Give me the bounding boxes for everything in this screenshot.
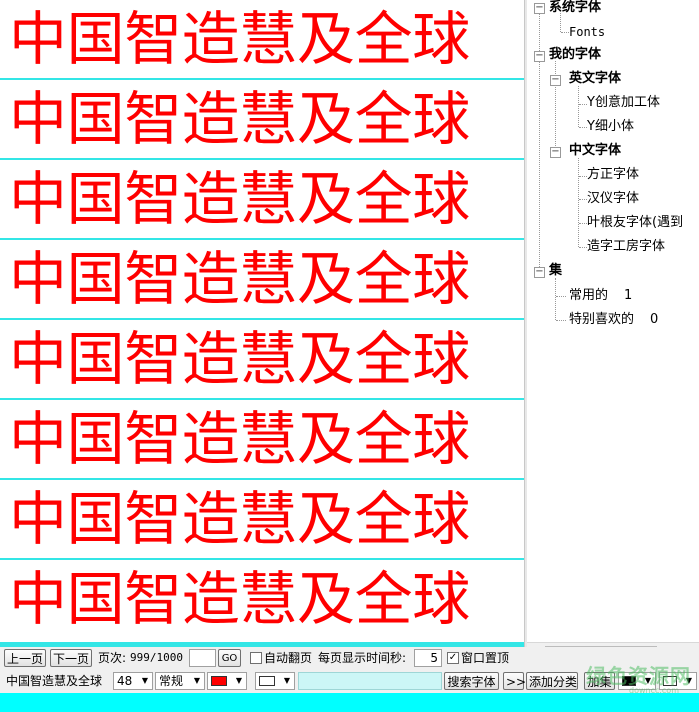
font-size-select[interactable]: 48 ▼: [113, 672, 153, 690]
tree-connector: [579, 104, 587, 105]
font-style-value: 常规: [159, 674, 184, 688]
collapse-toggle-icon[interactable]: −: [534, 51, 545, 62]
font-tree: − 系统字体 Fonts − 我的字体 − 英文字体 Y创意加工体 Y细小体 −…: [527, 0, 699, 642]
tree-node-my-fonts[interactable]: 我的字体: [549, 46, 601, 64]
preview-row: 中国智造慧及全球: [0, 240, 524, 320]
preview-row: 中国智造慧及全球: [0, 400, 524, 480]
collection-name: 特别喜欢的: [569, 312, 635, 327]
tree-connector: [556, 320, 566, 321]
chevron-down-icon: ▼: [235, 676, 243, 685]
auto-flip-checkbox[interactable]: [250, 652, 262, 664]
collapse-toggle-icon[interactable]: −: [534, 3, 545, 14]
tree-connector: [578, 86, 579, 127]
watermark-logo: 绿色资源网: [586, 664, 691, 688]
go-button[interactable]: GO: [218, 649, 241, 667]
tree-node-fonts[interactable]: Fonts: [569, 23, 605, 41]
tree-connector: [579, 127, 587, 128]
tree-node-chinese-fonts[interactable]: 中文字体: [569, 142, 621, 160]
collection-count: 0: [650, 312, 659, 327]
preview-row: 中国智造慧及全球: [0, 80, 524, 160]
next-page-button[interactable]: 下一页: [50, 649, 92, 667]
tree-node-font[interactable]: Y创意加工体: [587, 94, 660, 112]
sample-text-input[interactable]: 中国智造慧及全球: [6, 672, 102, 690]
tree-node-font[interactable]: 造字工房字体: [587, 238, 665, 256]
tree-node-font[interactable]: 汉仪字体: [587, 190, 639, 208]
interval-label: 每页显示时间秒:: [318, 651, 407, 665]
preview-text: 中国智造慧及全球: [9, 565, 470, 633]
back-color-swatch: [259, 676, 275, 686]
topmost-checkbox[interactable]: ✓: [447, 652, 459, 664]
preview-row: 中国智造慧及全球: [0, 560, 524, 642]
preview-row: 中国智造慧及全球: [0, 160, 524, 240]
preview-text: 中国智造慧及全球: [9, 85, 470, 153]
font-size-value: 48: [117, 674, 133, 688]
preview-text: 中国智造慧及全球: [9, 405, 470, 473]
tree-node-font[interactable]: Y细小体: [587, 118, 634, 136]
font-style-select[interactable]: 常规 ▼: [155, 672, 205, 690]
fore-color-swatch: [211, 676, 227, 686]
tree-connector: [578, 158, 579, 247]
expand-button[interactable]: >>: [503, 672, 526, 690]
add-category-button[interactable]: 添加分类: [526, 672, 578, 690]
collection-count: 1: [624, 288, 633, 303]
tree-connector: [561, 32, 569, 33]
watermark-url: downcc.com: [628, 686, 679, 695]
tree-node-collection[interactable]: 特别喜欢的 0: [569, 311, 658, 329]
preview-row: 中国智造慧及全球: [0, 0, 524, 80]
collection-name: 常用的: [569, 288, 609, 303]
page-number-input[interactable]: [189, 649, 216, 667]
chevron-down-icon: ▼: [283, 676, 291, 685]
preview-text: 中国智造慧及全球: [9, 245, 470, 313]
topmost-label: 窗口置顶: [461, 651, 510, 665]
preview-text: 中国智造慧及全球: [9, 485, 470, 553]
collapse-toggle-icon[interactable]: −: [550, 75, 561, 86]
chevron-down-icon: ▼: [193, 676, 201, 685]
tree-connector: [579, 247, 587, 248]
status-strip: [0, 693, 699, 712]
back-color-picker[interactable]: ▼: [255, 672, 295, 690]
tree-node-system-fonts[interactable]: 系统字体: [549, 0, 601, 17]
tree-node-collection[interactable]: 常用的 1: [569, 287, 632, 305]
interval-input[interactable]: 5: [414, 649, 442, 667]
collapse-toggle-icon[interactable]: −: [534, 267, 545, 278]
tree-node-english-fonts[interactable]: 英文字体: [569, 70, 621, 88]
tree-node-collections[interactable]: 集: [549, 262, 562, 280]
prev-page-button[interactable]: 上一页: [4, 649, 46, 667]
search-font-button[interactable]: 搜索字体: [444, 672, 499, 690]
font-preview-panel: 中国智造慧及全球 中国智造慧及全球 中国智造慧及全球 中国智造慧及全球 中国智造…: [0, 0, 524, 642]
page-label: 页次:: [98, 651, 127, 665]
collapse-toggle-icon[interactable]: −: [550, 147, 561, 158]
preview-text: 中国智造慧及全球: [9, 325, 470, 393]
preview-text: 中国智造慧及全球: [9, 5, 470, 73]
auto-flip-label: 自动翻页: [264, 651, 313, 665]
tree-node-font[interactable]: 方正字体: [587, 166, 639, 184]
tree-connector: [579, 176, 587, 177]
tree-connector: [579, 223, 587, 224]
tree-node-font[interactable]: 叶根友字体(遇到: [587, 214, 683, 232]
preview-text: 中国智造慧及全球: [9, 165, 470, 233]
tree-connector: [579, 199, 587, 200]
page-indicator: 999/1000: [130, 651, 183, 664]
chevron-down-icon: ▼: [141, 676, 149, 685]
tree-connector: [556, 296, 566, 297]
preview-row: 中国智造慧及全球: [0, 320, 524, 400]
font-search-input[interactable]: [298, 672, 442, 690]
tree-connector: [555, 278, 556, 320]
fore-color-picker[interactable]: ▼: [207, 672, 247, 690]
preview-row: 中国智造慧及全球: [0, 480, 524, 560]
